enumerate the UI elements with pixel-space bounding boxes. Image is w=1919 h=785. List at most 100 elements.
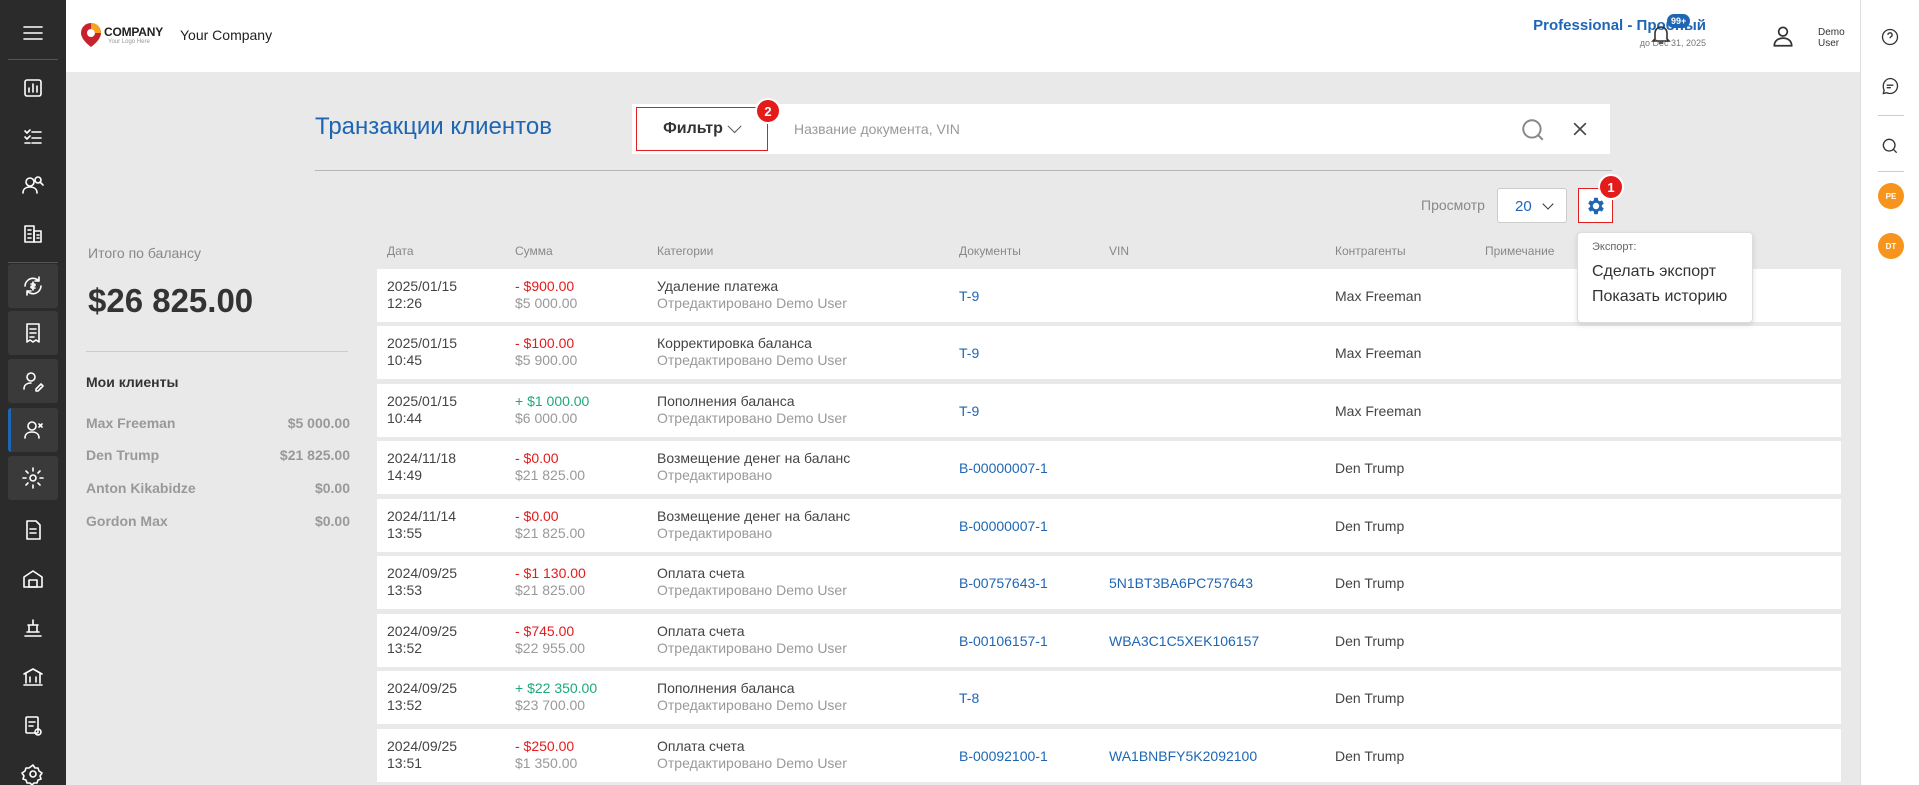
date-cell: 2025/01/15 10:44 — [387, 393, 457, 427]
date-value: 2024/09/25 — [387, 680, 458, 696]
warehouse-icon[interactable] — [8, 557, 58, 601]
table-row[interactable]: 2024/11/18 14:49 - $0.00 $21 825.00 Возмещен… — [377, 441, 1841, 494]
logo-pin-icon — [81, 23, 101, 47]
date-value: 2024/09/25 — [387, 738, 458, 754]
receipt-icon[interactable] — [8, 311, 58, 355]
column-header-counterparty[interactable]: Контрагенты — [1335, 244, 1406, 258]
edited-by-value: Отредактировано Demo User — [657, 697, 847, 713]
category-cell: Возмещение денег на баланс Отредактирован… — [657, 508, 850, 542]
document-link[interactable]: T-9 — [959, 345, 979, 362]
client-item[interactable]: Den Trump $21 825.00 — [86, 447, 350, 463]
balance-after-value: $21 825.00 — [515, 525, 586, 541]
date-value: 2024/09/25 — [387, 623, 458, 639]
auction-icon[interactable] — [8, 606, 58, 650]
gear-icon[interactable] — [8, 752, 58, 785]
time-value: 12:26 — [387, 295, 423, 311]
document-link[interactable]: B-00000007-1 — [959, 460, 1048, 477]
balance-after-value: $5 000.00 — [515, 295, 578, 311]
user-first-name: Demo — [1818, 27, 1845, 38]
chevron-down-icon — [1542, 198, 1554, 210]
document-link[interactable]: T-9 — [959, 288, 979, 305]
amount-value: - $900.00 — [515, 278, 575, 294]
export-dropdown: Экспорт: Сделать экспорт Показать истори… — [1577, 232, 1753, 323]
edited-by-value: Отредактировано Demo User — [657, 410, 847, 426]
edited-by-value: Отредактировано — [657, 467, 773, 483]
report-settings-icon[interactable] — [8, 704, 58, 748]
counterparty-value: Den Trump — [1335, 690, 1405, 706]
balance-after-value: $1 350.00 — [515, 755, 578, 771]
chat-icon[interactable] — [1880, 76, 1902, 98]
checklist-icon[interactable] — [8, 115, 58, 159]
column-header-note[interactable]: Примечание — [1485, 244, 1554, 258]
avatar-pe[interactable]: PE — [1878, 183, 1904, 209]
column-header-category[interactable]: Категории — [657, 244, 713, 258]
vin-link[interactable]: WA1BNBFY5K2092100 — [1109, 748, 1257, 765]
client-item[interactable]: Anton Kikabidze $0.00 — [86, 480, 350, 496]
amount-value: - $250.00 — [515, 738, 575, 754]
document-link[interactable]: B-00757643-1 — [959, 575, 1048, 592]
clients-title: Мои клиенты — [86, 374, 179, 390]
make-export-item[interactable]: Сделать экспорт — [1592, 263, 1716, 281]
balance-after-value: $22 955.00 — [515, 640, 586, 656]
user-edit-icon[interactable] — [8, 359, 58, 403]
document-link[interactable]: B-00106157-1 — [959, 633, 1048, 650]
search-icon[interactable] — [1880, 136, 1902, 158]
date-cell: 2024/09/25 13:53 — [387, 565, 457, 599]
category-cell: Возмещение денег на баланс Отредактирован… — [657, 450, 850, 484]
avatar-dt[interactable]: DT — [1878, 233, 1904, 259]
user-last-name: User — [1818, 38, 1840, 49]
clients-transactions-icon[interactable] — [8, 408, 58, 452]
vin-link[interactable]: 5N1BT3BA6PC757643 — [1109, 575, 1253, 592]
table-row[interactable]: 2024/11/14 13:55 - $0.00 $21 825.00 Возмещен… — [377, 499, 1841, 552]
column-header-amount[interactable]: Сумма — [515, 244, 553, 258]
time-value: 13:51 — [387, 755, 423, 771]
settings-cog-icon[interactable] — [8, 456, 58, 500]
clear-search-button[interactable] — [1570, 119, 1590, 144]
client-item[interactable]: Max Freeman $5 000.00 — [86, 415, 350, 431]
time-value: 10:45 — [387, 352, 423, 368]
table-row[interactable]: 2024/09/25 13:52 - $745.00 $22 955.00 Оплата… — [377, 614, 1841, 667]
amount-cell: - $745.00 $22 955.00 — [515, 623, 585, 657]
client-item[interactable]: Gordon Max $0.00 — [86, 513, 350, 529]
dashboard-icon[interactable] — [8, 66, 58, 110]
chevron-down-icon — [727, 119, 742, 134]
date-cell: 2024/09/25 13:52 — [387, 680, 457, 714]
user-avatar-button[interactable] — [1770, 23, 1796, 54]
date-cell: 2024/11/18 14:49 — [387, 450, 456, 484]
table-row[interactable]: 2025/01/15 10:44 + $1 000.00 $6 000.00 Попол… — [377, 384, 1841, 437]
user-name[interactable]: Demo User — [1818, 27, 1845, 49]
document-link[interactable]: B-00092100-1 — [959, 748, 1048, 765]
filter-label: Фильтр — [663, 120, 723, 137]
table-row[interactable]: 2025/01/15 10:45 - $100.00 $5 900.00 Коррект… — [377, 326, 1841, 379]
menu-icon[interactable] — [8, 11, 58, 55]
show-history-item[interactable]: Показать историю — [1592, 288, 1727, 306]
filter-button[interactable]: Фильтр — [636, 107, 768, 151]
currency-exchange-icon[interactable] — [8, 264, 58, 308]
time-value: 13:53 — [387, 582, 423, 598]
date-value: 2025/01/15 — [387, 393, 458, 409]
company-logo[interactable]: COMPANY Your Logo Here — [80, 20, 174, 52]
client-amount: $5 000.00 — [287, 415, 350, 431]
buildings-icon[interactable] — [8, 212, 58, 256]
left-sidebar — [0, 0, 66, 785]
bank-icon[interactable] — [8, 655, 58, 699]
table-row[interactable]: 2024/09/25 13:52 + $22 350.00 $23 700.00 Поп… — [377, 671, 1841, 724]
search-button[interactable] — [1520, 117, 1546, 148]
column-header-date[interactable]: Дата — [387, 244, 414, 258]
table-row[interactable]: 2024/09/25 13:53 - $1 130.00 $21 825.00 Опла… — [377, 556, 1841, 609]
vin-link[interactable]: WBA3C1C5XEK106157 — [1109, 633, 1259, 650]
document-link[interactable]: T-9 — [959, 403, 979, 420]
column-header-vin[interactable]: VIN — [1109, 244, 1129, 258]
page-size-select[interactable]: 20 — [1497, 188, 1567, 223]
help-icon[interactable] — [1880, 27, 1902, 49]
search-input[interactable] — [794, 116, 1494, 142]
document-link[interactable]: B-00000007-1 — [959, 518, 1048, 535]
column-header-documents[interactable]: Документы — [959, 244, 1021, 258]
document-link[interactable]: T-8 — [959, 690, 979, 707]
users-search-icon[interactable] — [8, 163, 58, 207]
date-value: 2024/09/25 — [387, 565, 458, 581]
table-row[interactable]: 2024/09/25 13:51 - $250.00 $1 350.00 Оплата … — [377, 729, 1841, 782]
amount-value: + $22 350.00 — [515, 680, 598, 696]
export-header: Экспорт: — [1592, 241, 1637, 253]
document-icon[interactable] — [8, 508, 58, 552]
